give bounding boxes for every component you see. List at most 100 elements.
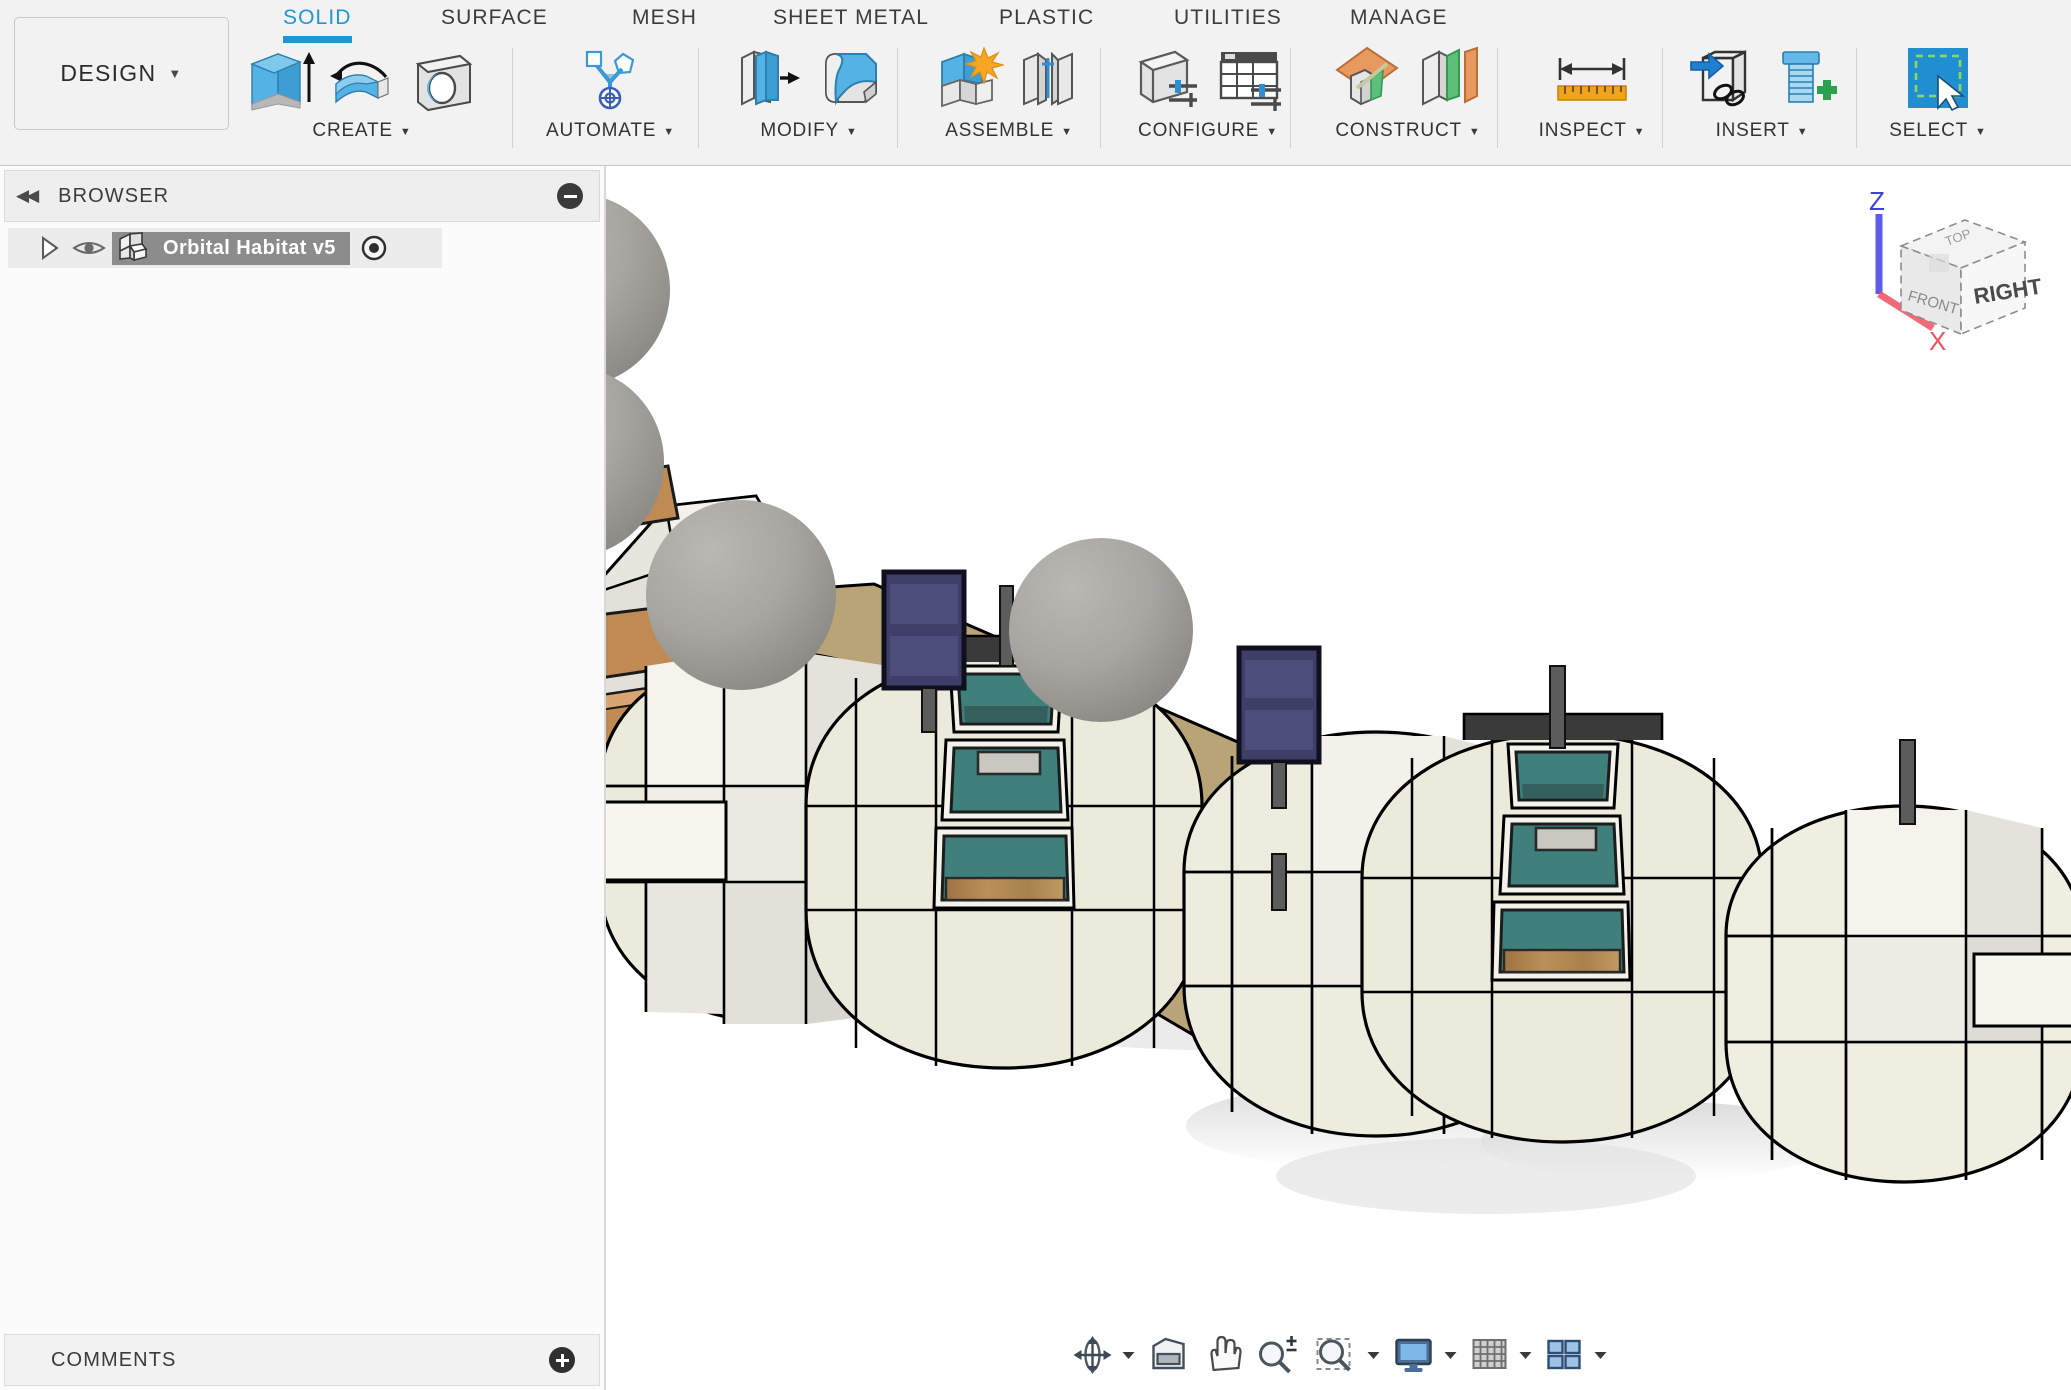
- ribbon-group-assemble: ASSEMBLE ▼: [920, 42, 1098, 152]
- tab-manage-label: MANAGE: [1350, 6, 1448, 29]
- ribbon-group-automate: AUTOMATE ▼: [538, 42, 683, 152]
- tab-manage[interactable]: MANAGE: [1350, 6, 1448, 30]
- ribbon-group-configure: CONFIGURE ▼: [1118, 42, 1298, 152]
- eye-icon[interactable]: [66, 237, 112, 259]
- chevron-down-icon: ▼: [1975, 126, 1987, 138]
- fusion-window: DESIGN ▼ SOLID SURFACE MESH SHEET METAL …: [0, 0, 2071, 1390]
- offset-plane-icon[interactable]: [1331, 42, 1403, 114]
- ribbon-group-automate-label[interactable]: AUTOMATE ▼: [546, 120, 675, 142]
- fit-icon[interactable]: [1306, 1334, 1364, 1376]
- orbit-dropdown-caret-icon[interactable]: [1122, 1351, 1134, 1359]
- view-cube[interactable]: Z X RIGHT FRONT TOP: [1855, 176, 2055, 356]
- expand-triangle-icon[interactable]: [32, 235, 66, 261]
- tab-mesh-label: MESH: [632, 6, 698, 29]
- model-3d-view[interactable]: [606, 166, 2071, 1390]
- tab-surface-label: SURFACE: [441, 6, 548, 29]
- viewport-canvas[interactable]: Z X RIGHT FRONT TOP: [606, 166, 2071, 1390]
- tab-plastic-label: PLASTIC: [999, 6, 1095, 29]
- habitat-pod-4-greenhouse[interactable]: [1360, 712, 1764, 1144]
- chevron-down-icon: ▼: [1266, 126, 1278, 138]
- chevron-down-icon: ▼: [1061, 126, 1073, 138]
- component-icon: [117, 231, 149, 266]
- ribbon-group-select: SELECT ▼: [1868, 42, 2008, 152]
- insert-mcmaster-icon[interactable]: [1767, 42, 1839, 114]
- browser-title: BROWSER: [58, 184, 170, 207]
- ribbon-group-construct-label[interactable]: CONSTRUCT ▼: [1335, 120, 1480, 142]
- hole-icon[interactable]: [408, 42, 480, 114]
- ribbon-group-create-label[interactable]: CREATE ▼: [312, 120, 411, 142]
- configure-table-icon[interactable]: [1213, 42, 1285, 114]
- dome-1: [606, 198, 670, 382]
- chevron-down-icon: ▼: [1633, 126, 1646, 138]
- automate-icon[interactable]: [575, 42, 647, 114]
- tab-utilities[interactable]: UTILITIES: [1174, 6, 1282, 30]
- pan-icon[interactable]: [1194, 1334, 1248, 1376]
- dome-4: [1009, 538, 1193, 722]
- display-settings-icon[interactable]: [1385, 1334, 1441, 1376]
- grid-snaps-dropdown-caret-icon[interactable]: [1519, 1351, 1531, 1359]
- tab-utilities-label: UTILITIES: [1174, 6, 1282, 29]
- browser-header[interactable]: ◀◀ BROWSER: [4, 170, 600, 222]
- browser-node-orbital-habitat[interactable]: Orbital Habitat v5: [8, 228, 442, 268]
- radio-target-icon[interactable]: [350, 234, 398, 262]
- ribbon-group-select-label[interactable]: SELECT ▼: [1889, 120, 1986, 142]
- collapse-left-icon[interactable]: ◀◀: [16, 186, 39, 206]
- ribbon-group-modify-label[interactable]: MODIFY ▼: [760, 120, 857, 142]
- ribbon-group-configure-label[interactable]: CONFIGURE ▼: [1138, 120, 1278, 142]
- tab-plastic[interactable]: PLASTIC: [999, 6, 1094, 30]
- habitat-pod-5[interactable]: [1724, 804, 2071, 1184]
- fillet-icon[interactable]: [814, 42, 886, 114]
- view-navigation-bar: [1065, 1328, 1612, 1382]
- extrude-icon[interactable]: [244, 42, 316, 114]
- comments-bar[interactable]: COMMENTS: [4, 1334, 600, 1386]
- browser-panel: ◀◀ BROWSER Orbital Habitat v5 COMMENTS: [0, 166, 604, 1390]
- minus-circle-icon[interactable]: [557, 183, 583, 209]
- configure-part-icon[interactable]: [1131, 42, 1203, 114]
- comments-title: COMMENTS: [51, 1348, 177, 1371]
- ribbon-group-inspect: INSPECT ▼: [1522, 42, 1662, 152]
- viewports-dropdown-caret-icon[interactable]: [1594, 1351, 1606, 1359]
- tab-solid[interactable]: SOLID: [283, 6, 352, 43]
- insert-derive-icon[interactable]: [1685, 42, 1757, 114]
- display-settings-dropdown-caret-icon[interactable]: [1444, 1351, 1456, 1359]
- plus-circle-icon[interactable]: [549, 1347, 575, 1373]
- workspace-switcher-label: DESIGN: [60, 60, 157, 86]
- ribbon-group-construct: CONSTRUCT ▼: [1318, 42, 1498, 152]
- chevron-down-icon: ▼: [168, 66, 183, 81]
- chevron-down-icon: ▼: [1468, 126, 1481, 138]
- chevron-down-icon: ▼: [399, 126, 412, 138]
- ribbon-separator: [1100, 48, 1101, 148]
- tab-surface[interactable]: SURFACE: [441, 6, 548, 30]
- grid-snaps-icon[interactable]: [1462, 1334, 1516, 1376]
- tab-mesh[interactable]: MESH: [632, 6, 697, 30]
- press-pull-icon[interactable]: [732, 42, 804, 114]
- browser-tree: Orbital Habitat v5: [4, 228, 600, 268]
- ribbon-separator: [1856, 48, 1857, 148]
- chevron-down-icon: ▼: [663, 126, 675, 138]
- greenhouse-windows-right[interactable]: [1490, 742, 1632, 982]
- ribbon-group-inspect-label[interactable]: INSPECT ▼: [1539, 120, 1646, 142]
- ribbon-group-insert-label[interactable]: INSERT ▼: [1716, 120, 1809, 142]
- browser-node-chip[interactable]: Orbital Habitat v5: [112, 231, 350, 266]
- fit-dropdown-caret-icon[interactable]: [1367, 1351, 1379, 1359]
- chevron-down-icon: ▼: [1796, 126, 1809, 138]
- axis-label-z: Z: [1869, 186, 1885, 216]
- joint-icon[interactable]: [1014, 42, 1086, 114]
- ribbon-group-create: CREATE ▼: [250, 42, 473, 152]
- axis-label-x: X: [1929, 326, 1946, 356]
- ribbon-group-assemble-label[interactable]: ASSEMBLE ▼: [945, 120, 1073, 142]
- revolve-icon[interactable]: [326, 42, 398, 114]
- zoom-icon[interactable]: [1248, 1334, 1306, 1376]
- orbit-icon[interactable]: [1065, 1334, 1119, 1376]
- viewports-icon[interactable]: [1537, 1334, 1591, 1376]
- measure-icon[interactable]: [1552, 42, 1632, 114]
- tab-sheet-metal[interactable]: SHEET METAL: [773, 6, 929, 30]
- chevron-down-icon: ▼: [846, 126, 858, 138]
- plane-along-path-icon[interactable]: [1413, 42, 1485, 114]
- ribbon-group-modify: MODIFY ▼: [723, 42, 895, 152]
- ribbon-group-insert: INSERT ▼: [1682, 42, 1842, 152]
- select-window-icon[interactable]: [1902, 42, 1974, 114]
- ribbon-separator: [897, 48, 898, 148]
- new-component-icon[interactable]: [932, 42, 1004, 114]
- look-at-icon[interactable]: [1140, 1334, 1194, 1376]
